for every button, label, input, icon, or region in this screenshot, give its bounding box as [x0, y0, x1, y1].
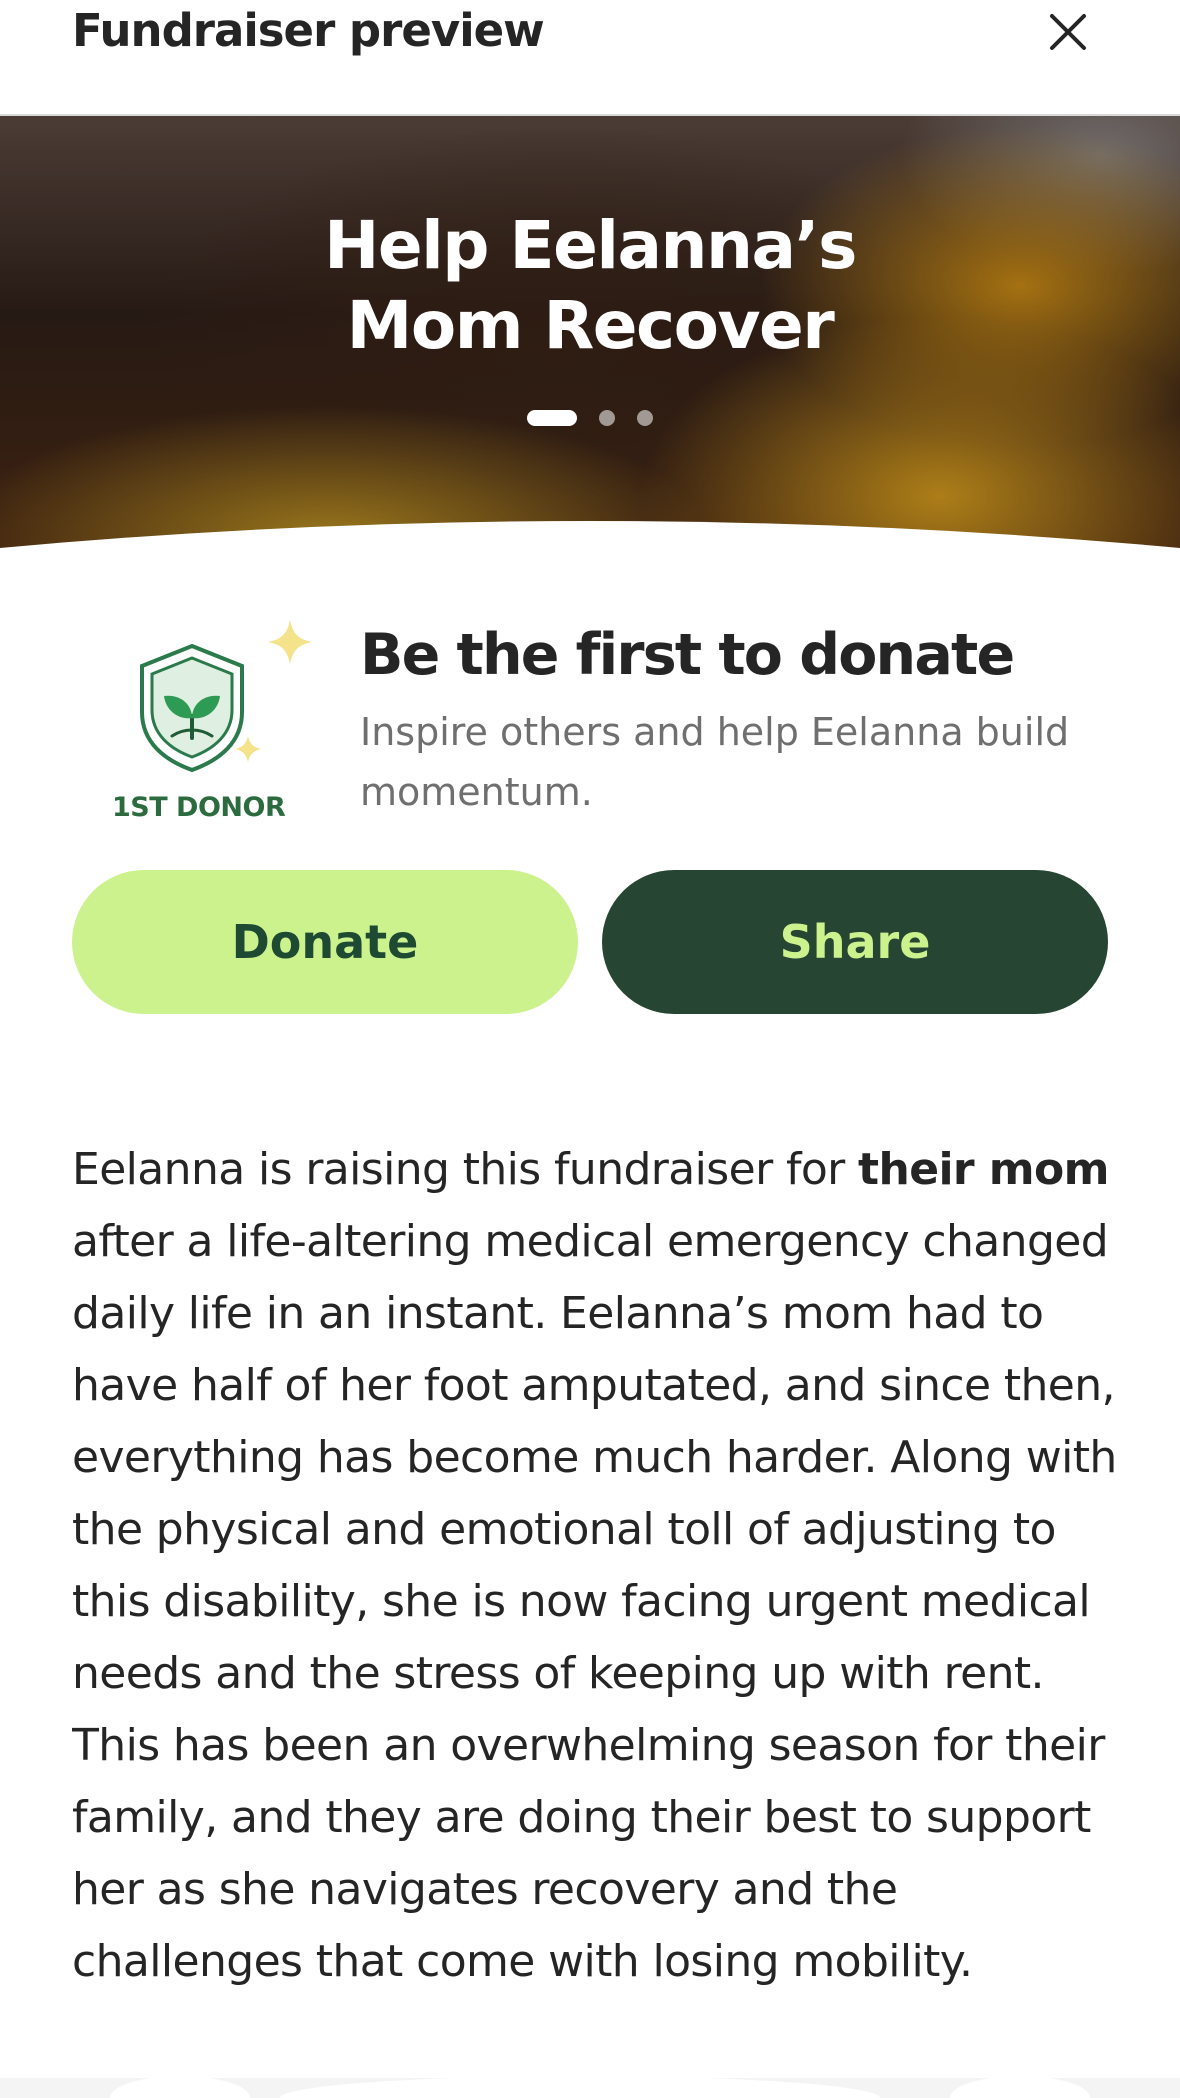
hero-image-carousel[interactable]: Help Eelanna’s Mom Recover	[0, 116, 1180, 556]
first-donor-badge: 1ST DONOR	[104, 620, 324, 830]
donate-button[interactable]: Donate	[72, 870, 578, 1014]
story-text-intro: Eelanna is raising this fundraiser for	[72, 1144, 859, 1195]
bottom-sheet-edge	[0, 2076, 1180, 2098]
badge-label: 1ST DONOR	[112, 792, 286, 823]
share-button[interactable]: Share	[602, 870, 1108, 1014]
story-text-body: after a life-altering medical emergency …	[72, 1216, 1117, 1987]
close-button[interactable]	[1040, 4, 1096, 60]
preview-header: Fundraiser preview	[0, 0, 1180, 116]
first-donor-subtext: Inspire others and help Eelanna build mo…	[360, 710, 1070, 814]
shield-sprout-icon	[140, 620, 312, 773]
hero-curve-divider	[0, 521, 1180, 556]
story-text-bold: their mom	[858, 1144, 1109, 1195]
first-donor-heading: Be the first to donate	[360, 622, 1015, 688]
page-title: Fundraiser preview	[72, 4, 545, 57]
close-icon	[1050, 14, 1086, 50]
fundraiser-story: Eelanna is raising this fundraiser for t…	[72, 1134, 1132, 2030]
